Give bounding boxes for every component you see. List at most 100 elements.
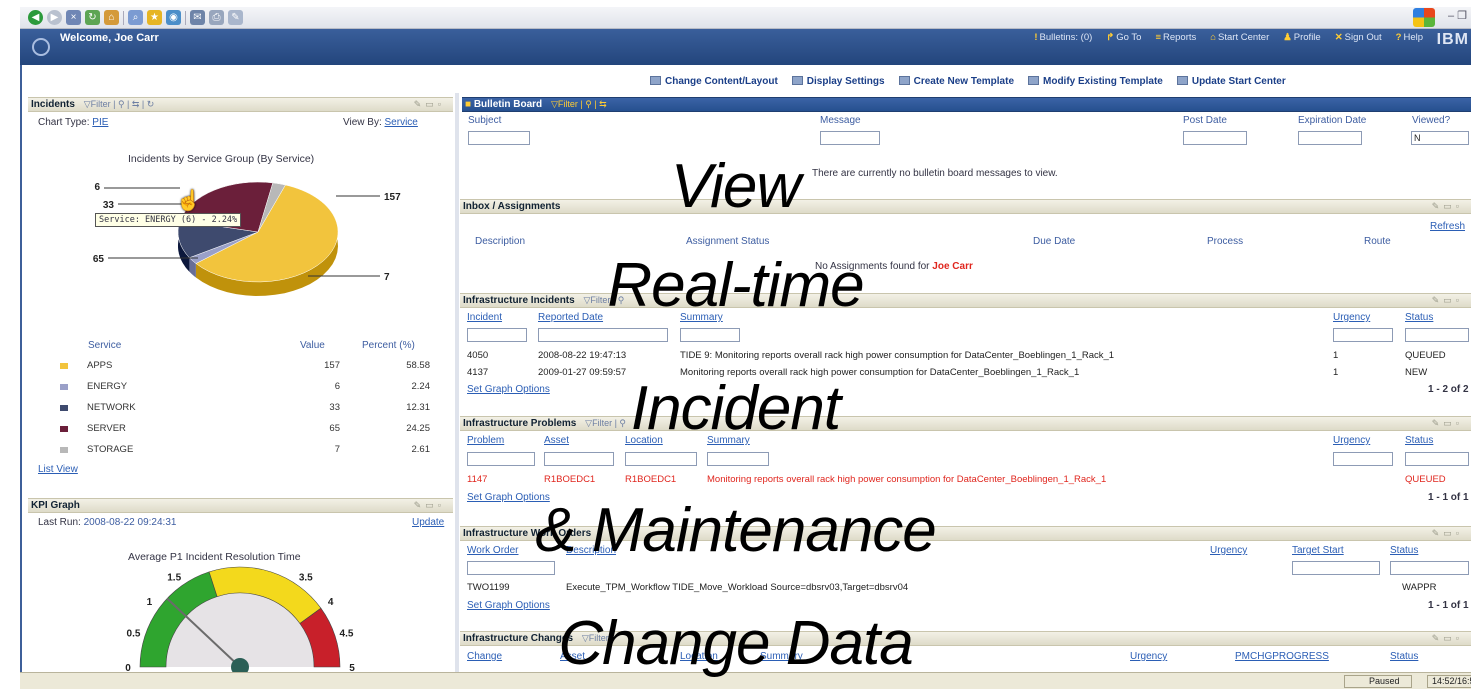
nav-profile[interactable]: ♟ Profile	[1283, 32, 1320, 43]
bb-post-date-filter[interactable]	[1183, 131, 1247, 145]
brand-logo: IBM	[1436, 31, 1469, 48]
refresh-icon[interactable]: ↻	[85, 10, 100, 25]
legend-service-name: APPS	[87, 360, 113, 371]
gauge-tick-label: 2	[203, 565, 209, 568]
bb-message-filter[interactable]	[820, 131, 880, 145]
bb-col-message: Message	[820, 115, 861, 126]
window-controls[interactable]: – ❐	[1448, 9, 1467, 22]
bb-col-subject: Subject	[468, 115, 502, 126]
gauge-tick-label: 1.5	[167, 572, 181, 583]
inc-status-filter[interactable]	[1405, 328, 1469, 342]
chart-type-link[interactable]: PIE	[92, 117, 108, 128]
incidents-filter-button[interactable]: ▽Filter | ⚲ | ⇆ | ↻	[84, 99, 155, 109]
bb-col-expiration-date: Expiration Date	[1298, 115, 1367, 126]
bb-col-post-date: Post Date	[1183, 115, 1227, 126]
toolbar-separator	[123, 10, 124, 25]
incidents-portlet-header: Incidents ▽Filter | ⚲ | ⇆ | ↻ ✎▭▫	[28, 97, 453, 112]
mail-icon[interactable]: ✉	[190, 10, 205, 25]
inbox-col-status: Assignment Status	[686, 236, 770, 247]
legend-header-percent: Percent (%)	[362, 340, 415, 351]
overlay-line-5: Change Data	[558, 609, 913, 678]
inc-date-filter[interactable]	[538, 328, 668, 342]
chart-type-label: Chart Type: PIE	[38, 117, 109, 128]
bb-expiration-filter[interactable]	[1298, 131, 1362, 145]
print-icon[interactable]: ⎙	[209, 10, 224, 25]
action-create-template[interactable]: Create New Template	[898, 76, 1014, 87]
nav-bulletins[interactable]: ! Bulletins: (0)	[1034, 32, 1092, 43]
forward-icon[interactable]: ▶	[47, 10, 62, 25]
overlay-line-2: Real-time	[607, 251, 864, 320]
status-time: 14:52/16:51	[1427, 675, 1471, 688]
prob-location-filter[interactable]	[625, 452, 697, 466]
legend-percent: 58.58	[406, 360, 430, 371]
template-icon	[898, 76, 910, 85]
stop-icon[interactable]: ×	[66, 10, 81, 25]
app-banner: Welcome, Joe Carr ! Bulletins: (0) ↱ Go To…	[20, 29, 1471, 65]
legend-header-value: Value	[300, 340, 325, 351]
overlay-line-3: Incident	[630, 374, 841, 443]
gauge-tick-label: 3.5	[299, 572, 313, 583]
toolbar-separator	[185, 10, 186, 25]
bb-subject-filter[interactable]	[468, 131, 530, 145]
action-modify-template[interactable]: Modify Existing Template	[1028, 76, 1163, 87]
action-display-settings[interactable]: Display Settings	[791, 76, 885, 87]
list-view-link[interactable]: List View	[38, 464, 78, 475]
update-icon	[1176, 76, 1188, 85]
bb-viewed-filter[interactable]: N	[1411, 131, 1469, 145]
wo-set-graph-options[interactable]: Set Graph Options	[467, 600, 550, 611]
layout-icon	[650, 76, 661, 85]
legend-swatch	[60, 363, 68, 369]
inbox-col-due-date: Due Date	[1033, 236, 1076, 247]
legend-swatch	[60, 447, 68, 453]
browser-toolbar: ◀ ▶ × ↻ ⌂ ⌕ ★ ◉ ✉ ⎙ ✎ – ❐	[20, 7, 1471, 29]
gauge-tick-label: 3	[272, 565, 278, 568]
app-logo-icon	[32, 38, 50, 56]
favorites-icon[interactable]: ★	[147, 10, 162, 25]
bulletin-filter-button[interactable]: ▽Filter | ⚲ | ⇆	[551, 99, 607, 109]
windows-logo-icon	[1413, 8, 1435, 27]
nav-sign-out[interactable]: ✕ Sign Out	[1335, 32, 1382, 43]
action-change-layout[interactable]: Change Content/Layout	[650, 76, 778, 87]
inc-summary-filter[interactable]	[680, 328, 740, 342]
overlay-line-4: & Maintenance	[535, 496, 937, 565]
inbox-col-process: Process	[1207, 236, 1244, 247]
inc-urgency-filter[interactable]	[1333, 328, 1393, 342]
inc-incident-filter[interactable]	[467, 328, 527, 342]
wo-pager: 1 - 1 of 1	[1428, 600, 1469, 611]
home-icon[interactable]: ⌂	[104, 10, 119, 25]
wo-target-start-filter[interactable]	[1292, 561, 1380, 575]
gauge-tick-label: 4	[328, 597, 334, 608]
search-icon[interactable]: ⌕	[128, 10, 143, 25]
banner-nav: ! Bulletins: (0) ↱ Go To ≡ Reports ⌂ Start C…	[1034, 32, 1423, 43]
view-by-link[interactable]: Service	[385, 117, 418, 128]
nav-goto[interactable]: ↱ Go To	[1106, 32, 1141, 43]
prob-status-filter[interactable]	[1405, 452, 1469, 466]
modify-icon	[1028, 76, 1039, 85]
inbox-refresh-link[interactable]: Refresh	[1430, 221, 1465, 232]
legend-row-apps[interactable]: APPS 157 58.58	[60, 360, 440, 374]
start-center-actions: Change Content/Layout Display Settings C…	[650, 76, 1286, 87]
edit-icon[interactable]: ✎	[228, 10, 243, 25]
back-icon[interactable]: ◀	[28, 10, 43, 25]
legend-value: 157	[324, 360, 340, 371]
status-paused: Paused	[1344, 675, 1412, 688]
nav-start-center[interactable]: ⌂ Start Center	[1210, 32, 1269, 43]
legend-row-storage[interactable]: STORAGE 7 2.61	[60, 444, 440, 458]
nav-reports[interactable]: ≡ Reports	[1155, 32, 1196, 43]
legend-header-service: Service	[88, 340, 122, 351]
wo-status-filter[interactable]	[1390, 561, 1469, 575]
portlet-controls[interactable]: ✎▭▫	[414, 98, 445, 111]
welcome-text: Welcome, Joe Carr	[60, 32, 159, 44]
prob-urgency-filter[interactable]	[1333, 452, 1393, 466]
inbox-col-route: Route	[1364, 236, 1391, 247]
view-by-label: View By: Service	[343, 117, 418, 128]
prob-asset-filter[interactable]	[544, 452, 614, 466]
prob-problem-filter[interactable]	[467, 452, 535, 466]
media-icon[interactable]: ◉	[166, 10, 181, 25]
prob-summary-filter[interactable]	[707, 452, 769, 466]
nav-help[interactable]: ? Help	[1396, 32, 1423, 43]
inbox-col-description: Description	[475, 236, 526, 247]
bulletin-board-header: ■ Bulletin Board ▽Filter | ⚲ | ⇆	[462, 97, 1471, 112]
screenshot-root: ◀ ▶ × ↻ ⌂ ⌕ ★ ◉ ✉ ⎙ ✎ – ❐ Welcome, Joe C…	[0, 0, 1471, 689]
action-update-start-center[interactable]: Update Start Center	[1176, 76, 1286, 87]
